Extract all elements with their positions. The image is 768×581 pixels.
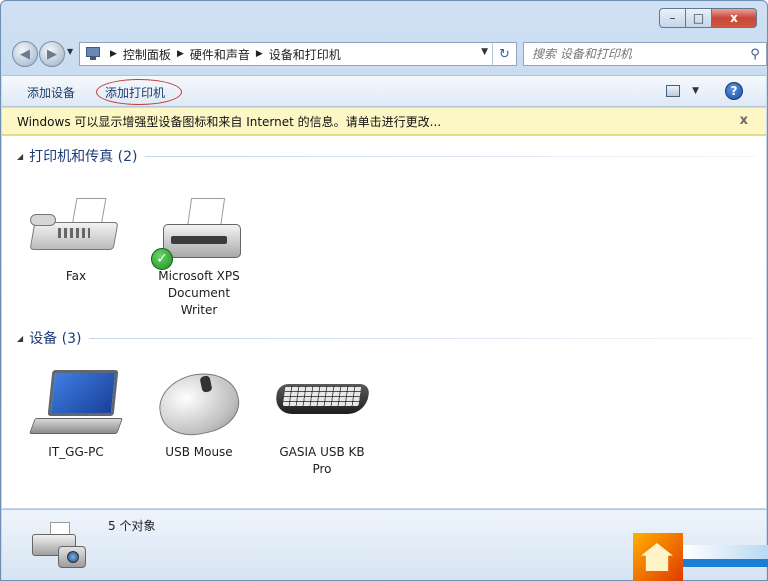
device-fax[interactable]: Fax: [26, 196, 126, 285]
group-title: 设备 (3): [29, 331, 82, 347]
view-options-dropdown-icon[interactable]: ▼: [692, 86, 699, 96]
group-header-devices[interactable]: ◢ 设备 (3): [17, 328, 757, 348]
fax-icon: [28, 196, 124, 266]
close-button[interactable]: x: [712, 8, 757, 28]
search-box: ⚲: [523, 42, 767, 66]
address-bar[interactable]: ▶ 控制面板 ▶ 硬件和声音 ▶ 设备和打印机 ▼ ↻: [79, 42, 517, 66]
breadcrumb-separator-icon[interactable]: ▶: [177, 49, 184, 59]
maximize-button[interactable]: □: [686, 8, 712, 28]
caption-buttons: – □ x: [659, 8, 757, 28]
device-gasia-keyboard[interactable]: GASIA USB KB Pro: [268, 368, 376, 478]
info-bar-text[interactable]: Windows 可以显示增强型设备图标和来自 Internet 的信息。请单击进…: [17, 113, 441, 130]
add-device-button[interactable]: 添加设备: [27, 84, 75, 101]
printer-icon: ✓: [149, 196, 249, 270]
device-list: ◢ 打印机和传真 (2) Fax ✓ Microsoft XPS Documen…: [2, 136, 766, 508]
item-count: 5 个对象: [108, 519, 156, 533]
forward-arrow-icon[interactable]: ▶: [39, 41, 65, 67]
minimize-button[interactable]: –: [659, 8, 686, 28]
group-divider: [145, 155, 757, 157]
device-xps-writer[interactable]: ✓ Microsoft XPS Document Writer: [146, 196, 252, 319]
search-input[interactable]: [524, 43, 744, 65]
search-icon[interactable]: ⚲: [744, 43, 766, 65]
collapse-arrow-icon[interactable]: ◢: [17, 334, 23, 343]
default-printer-check-icon: ✓: [151, 248, 173, 270]
control-panel-icon: [84, 46, 104, 62]
address-dropdown-icon[interactable]: ▼: [481, 47, 488, 57]
device-label: GASIA USB KB Pro: [279, 445, 365, 476]
change-view-icon[interactable]: [666, 85, 680, 97]
breadcrumb-devices-printers[interactable]: 设备和打印机: [269, 46, 341, 63]
device-it-gg-pc[interactable]: IT_GG-PC: [26, 368, 126, 461]
close-icon[interactable]: x: [740, 113, 748, 128]
mouse-icon: [151, 366, 247, 442]
group-header-printers[interactable]: ◢ 打印机和传真 (2): [17, 146, 757, 166]
laptop-icon: [28, 368, 124, 442]
group-title: 打印机和传真 (2): [29, 149, 138, 165]
device-label: Microsoft XPS Document Writer: [158, 269, 240, 317]
devices-and-printers-icon: [28, 518, 92, 574]
recent-pages-dropdown-icon[interactable]: ▼: [67, 47, 73, 56]
devices-and-printers-window: – □ x ◀ ▶ ▼ ▶ 控制面板 ▶ 硬件和声音 ▶ 设备和打印机 ▼ ↻ …: [0, 0, 768, 581]
add-printer-button[interactable]: 添加打印机: [105, 84, 165, 101]
help-icon[interactable]: ?: [725, 82, 743, 100]
device-label: USB Mouse: [165, 445, 233, 459]
command-bar: 添加设备 添加打印机 ▼ ?: [2, 75, 766, 107]
device-label: Fax: [65, 269, 87, 283]
breadcrumb-hardware-sound[interactable]: 硬件和声音: [190, 46, 250, 63]
info-bar[interactable]: Windows 可以显示增强型设备图标和来自 Internet 的信息。请单击进…: [2, 108, 766, 135]
refresh-icon[interactable]: ↻: [492, 43, 516, 65]
watermark-logo: [633, 533, 768, 581]
breadcrumb-control-panel[interactable]: 控制面板: [123, 46, 171, 63]
device-label: IT_GG-PC: [48, 445, 104, 459]
collapse-arrow-icon[interactable]: ◢: [17, 152, 23, 161]
device-usb-mouse[interactable]: USB Mouse: [149, 366, 249, 461]
group-divider: [89, 337, 757, 339]
breadcrumb-separator-icon[interactable]: ▶: [256, 49, 263, 59]
keyboard-icon: [272, 368, 372, 442]
breadcrumb-separator-icon[interactable]: ▶: [110, 49, 117, 59]
navigation-bar: ◀ ▶ ▼ ▶ 控制面板 ▶ 硬件和声音 ▶ 设备和打印机 ▼ ↻ ⚲: [9, 39, 767, 67]
back-arrow-icon[interactable]: ◀: [12, 41, 38, 67]
